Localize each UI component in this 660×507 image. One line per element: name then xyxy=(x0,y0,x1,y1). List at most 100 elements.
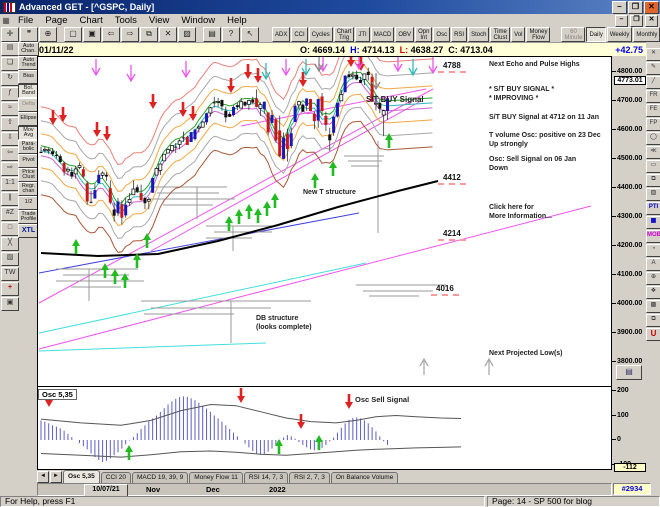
study-stoch[interactable]: Stoch xyxy=(468,27,490,42)
study-chart-trig[interactable]: Chart Trig xyxy=(333,27,355,42)
minimize-button[interactable]: – xyxy=(612,0,627,14)
tool-para-bolic[interactable]: Para- bolic xyxy=(18,140,39,154)
tool-trade-profile[interactable]: Trade Profile xyxy=(18,210,39,224)
study-cycles[interactable]: Cycles xyxy=(308,27,333,42)
oscillator-pane[interactable] xyxy=(37,387,612,470)
date-scrollbar[interactable]: 10/07/21 Nov Dec 2022 xyxy=(37,483,612,497)
context-help-icon[interactable]: ↖ xyxy=(241,27,259,42)
close-button[interactable]: ✕ xyxy=(644,0,659,14)
delete-icon[interactable]: ✕ xyxy=(159,27,177,42)
undo-icon[interactable]: U xyxy=(646,328,660,341)
study-osc[interactable]: Osc xyxy=(433,27,451,42)
compress-icon[interactable]: ∥ xyxy=(1,192,19,206)
period-daily[interactable]: Daily xyxy=(586,27,606,42)
tab-scroll-left[interactable]: ◄ xyxy=(37,471,49,483)
tool-pivot[interactable]: Pivot xyxy=(18,154,39,168)
menu-view[interactable]: View xyxy=(143,14,175,27)
pencil-icon[interactable]: ✎ xyxy=(646,62,660,75)
period-60-minute[interactable]: 60 Minute xyxy=(561,27,586,42)
tab-cci-20[interactable]: CCI 20 xyxy=(100,472,131,483)
menu-window[interactable]: Window xyxy=(175,14,221,27)
close-tool-icon[interactable]: ✕ xyxy=(646,48,660,61)
box-select-icon[interactable]: □ xyxy=(1,222,19,236)
elliott-wave-icon[interactable]: ≈ xyxy=(1,102,19,116)
page-group-icon[interactable]: ❏ xyxy=(1,57,19,71)
mob-icon[interactable]: MOB xyxy=(646,230,660,243)
pointer-icon[interactable]: ✛ xyxy=(1,27,19,42)
click-here-link[interactable]: Click here for More Information... xyxy=(489,203,552,222)
duplicate-icon[interactable]: ⧉ xyxy=(646,314,660,327)
quote-window-icon[interactable]: ❞ xyxy=(20,27,38,42)
chart-settings-icon[interactable]: ▣ xyxy=(1,297,19,311)
regression-channel-icon[interactable]: ▨ xyxy=(646,188,660,201)
trendline-icon[interactable]: ╱ xyxy=(646,76,660,89)
pti-icon[interactable]: PTI xyxy=(646,202,660,215)
studies-icon[interactable]: ƒ xyxy=(1,87,19,101)
study-jti[interactable]: JTI xyxy=(355,27,370,42)
tool-bias[interactable]: Bias xyxy=(18,70,39,84)
restore-button[interactable]: ❐ xyxy=(628,0,643,14)
fib-extension-icon[interactable]: FE xyxy=(646,104,660,117)
tab-osc-5-35[interactable]: Osc 5,35 xyxy=(63,470,100,483)
period-monthly[interactable]: Monthly xyxy=(633,27,660,42)
tool-regr-chan[interactable]: Regr. chan xyxy=(18,182,39,196)
tab-rsi-14-7-3[interactable]: RSI 14, 7, 3 xyxy=(243,472,289,483)
study-vol[interactable]: Vol xyxy=(511,27,526,42)
tool-delta[interactable]: Delta xyxy=(18,98,39,112)
study-macd[interactable]: MACD xyxy=(370,27,395,42)
tab-on-balance-volume[interactable]: On Balance Volume xyxy=(330,472,399,483)
study-money-flow[interactable]: Money Flow xyxy=(526,27,551,42)
new-page-icon[interactable]: ▢ xyxy=(64,27,82,42)
gann-grid-icon[interactable]: ▨ xyxy=(1,252,19,266)
log-scale-icon[interactable]: #Z xyxy=(1,207,19,221)
grid-icon[interactable]: ▦ xyxy=(646,216,660,229)
tool-price-clust[interactable]: Price Clust xyxy=(18,168,39,182)
time-clock-icon[interactable]: ◔ xyxy=(646,244,660,257)
period-weekly[interactable]: Weekly xyxy=(606,27,633,42)
child-restore-button[interactable]: ❐ xyxy=(630,14,643,27)
text-label-icon[interactable]: A xyxy=(646,258,660,271)
menu-help[interactable]: Help xyxy=(221,14,253,27)
study-cci[interactable]: CCI xyxy=(291,27,308,42)
rectangle-icon[interactable]: ▭ xyxy=(646,160,660,173)
magnify-icon[interactable]: ⊕ xyxy=(646,272,660,285)
fib-projection-icon[interactable]: FP xyxy=(646,118,660,131)
study-obv[interactable]: OBV xyxy=(395,27,415,42)
apply-template-icon[interactable]: ▨ xyxy=(178,27,196,42)
child-close-button[interactable]: ✕ xyxy=(645,14,658,27)
tool-xtl[interactable]: XTL xyxy=(18,224,39,238)
menu-chart[interactable]: Chart xyxy=(74,14,109,27)
tool-auto-chan-[interactable]: Auto Chan. xyxy=(18,42,39,56)
copy-study-icon[interactable]: ⧉ xyxy=(646,174,660,187)
palette-icon[interactable]: ❖ xyxy=(646,286,660,299)
copy-page-icon[interactable]: ⧉ xyxy=(140,27,158,42)
child-minimize-button[interactable]: – xyxy=(615,14,628,27)
study-adx[interactable]: ADX xyxy=(272,27,291,42)
zoom-tool-icon[interactable]: ⊕ xyxy=(39,27,57,42)
menu-file[interactable]: File xyxy=(12,14,39,27)
axis-settings-icon[interactable]: ▤ xyxy=(616,365,642,380)
lines-icon[interactable]: ╳ xyxy=(1,237,19,251)
print-icon[interactable]: ▤ xyxy=(203,27,221,42)
tab-rsi-2-7-3[interactable]: RSI 2, 7, 3 xyxy=(289,472,330,483)
auto-rest-icon[interactable]: ↻ xyxy=(1,72,19,86)
one-to-one-icon[interactable]: 1:1 xyxy=(1,177,19,191)
forward-icon[interactable]: ⇨ xyxy=(121,27,139,42)
tab-scroll-right[interactable]: ► xyxy=(50,471,62,483)
tool-bol-band[interactable]: Bol. Band xyxy=(18,84,39,98)
child-window-icon[interactable]: ▦ xyxy=(0,16,12,25)
delete-line-icon[interactable]: + xyxy=(1,282,19,296)
tool-1-2[interactable]: 1/2 xyxy=(18,196,39,210)
study-opn-int[interactable]: Opn Int xyxy=(415,27,433,42)
fib-retracement-icon[interactable]: FR xyxy=(646,90,660,103)
scroll-right-icon[interactable]: ⇨ xyxy=(1,162,19,176)
tool-auto-trend[interactable]: Auto Trend xyxy=(18,56,39,70)
key-help-icon[interactable]: ? xyxy=(222,27,240,42)
study-time-clust[interactable]: Time Clust xyxy=(490,27,511,42)
snap-grid-icon[interactable]: ▩ xyxy=(646,300,660,313)
study-rsi[interactable]: RSI xyxy=(451,27,468,42)
scroll-left-icon[interactable]: ⇦ xyxy=(1,147,19,161)
menu-page[interactable]: Page xyxy=(39,14,73,27)
back-icon[interactable]: ⇦ xyxy=(102,27,120,42)
tool-ellipse[interactable]: Ellipse xyxy=(18,112,39,126)
